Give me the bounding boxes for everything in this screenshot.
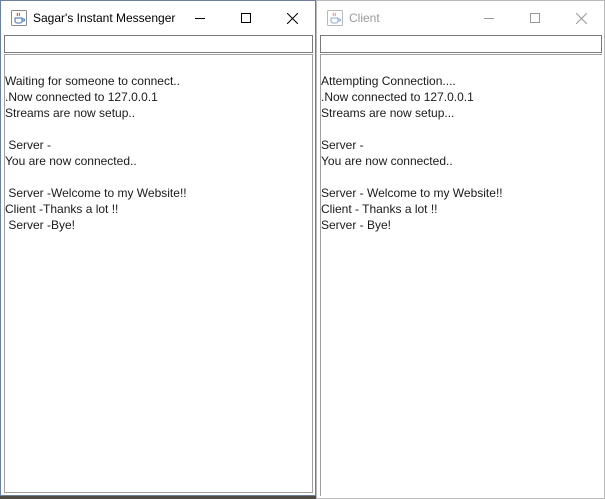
chat-line (5, 121, 312, 137)
client-close-button[interactable] (558, 1, 604, 35)
server-window-title: Sagar's Instant Messenger (33, 11, 176, 25)
chat-line: Server - (5, 138, 52, 152)
chat-line: Client - Thanks a lot !! (321, 202, 438, 216)
client-window-title: Client (349, 11, 380, 25)
chat-line: Streams are now setup.. (5, 106, 136, 120)
client-titlebar[interactable]: Client (317, 1, 604, 35)
client-chat-area[interactable]: Attempting Connection.... .Now connected… (320, 54, 602, 496)
server-window-controls (177, 1, 315, 35)
chat-line: Server - (321, 138, 364, 152)
java-cup-icon[interactable] (11, 10, 27, 26)
minimize-icon (484, 13, 494, 23)
chat-line: Streams are now setup... (321, 106, 455, 120)
chat-line: Server -Welcome to my Website!! (5, 186, 187, 200)
server-minimize-button[interactable] (177, 1, 223, 35)
client-message-input-box[interactable] (320, 35, 602, 53)
client-minimize-button[interactable] (466, 1, 512, 35)
chat-line: Waiting for someone to connect.. (5, 74, 180, 88)
server-window[interactable]: Sagar's Instant Messenger Waiting for so… (0, 0, 316, 496)
java-cup-icon[interactable] (327, 10, 343, 26)
chat-line: You are now connected.. (321, 154, 453, 168)
chat-line (5, 169, 312, 185)
server-message-input-box[interactable] (4, 35, 313, 53)
chat-line (321, 169, 602, 185)
maximize-icon (530, 13, 540, 23)
chat-line (321, 121, 602, 137)
chat-line: .Now connected to 127.0.0.1 (321, 90, 474, 104)
chat-line: Server - Welcome to my Website!! (321, 186, 503, 200)
client-message-input[interactable] (321, 37, 601, 53)
server-maximize-button[interactable] (223, 1, 269, 35)
chat-line: .Now connected to 127.0.0.1 (5, 90, 158, 104)
chat-line: Client -Thanks a lot !! (5, 202, 119, 216)
chat-line: Attempting Connection.... (321, 74, 456, 88)
server-chat-area[interactable]: Waiting for someone to connect.. .Now co… (4, 54, 313, 493)
close-icon (286, 12, 298, 24)
client-window-controls (466, 1, 604, 35)
chat-line: You are now connected.. (5, 154, 137, 168)
client-window[interactable]: Client Attempting Connection.... .Now co… (316, 0, 605, 499)
desktop: Sagar's Instant Messenger Waiting for so… (0, 0, 605, 499)
maximize-icon (241, 13, 251, 23)
server-close-button[interactable] (269, 1, 315, 35)
server-message-input[interactable] (5, 37, 312, 53)
server-titlebar[interactable]: Sagar's Instant Messenger (1, 1, 315, 35)
client-maximize-button[interactable] (512, 1, 558, 35)
minimize-icon (195, 13, 205, 23)
chat-line: Server -Bye! (5, 218, 76, 232)
close-icon (575, 12, 587, 24)
chat-line: Server - Bye! (321, 218, 392, 232)
